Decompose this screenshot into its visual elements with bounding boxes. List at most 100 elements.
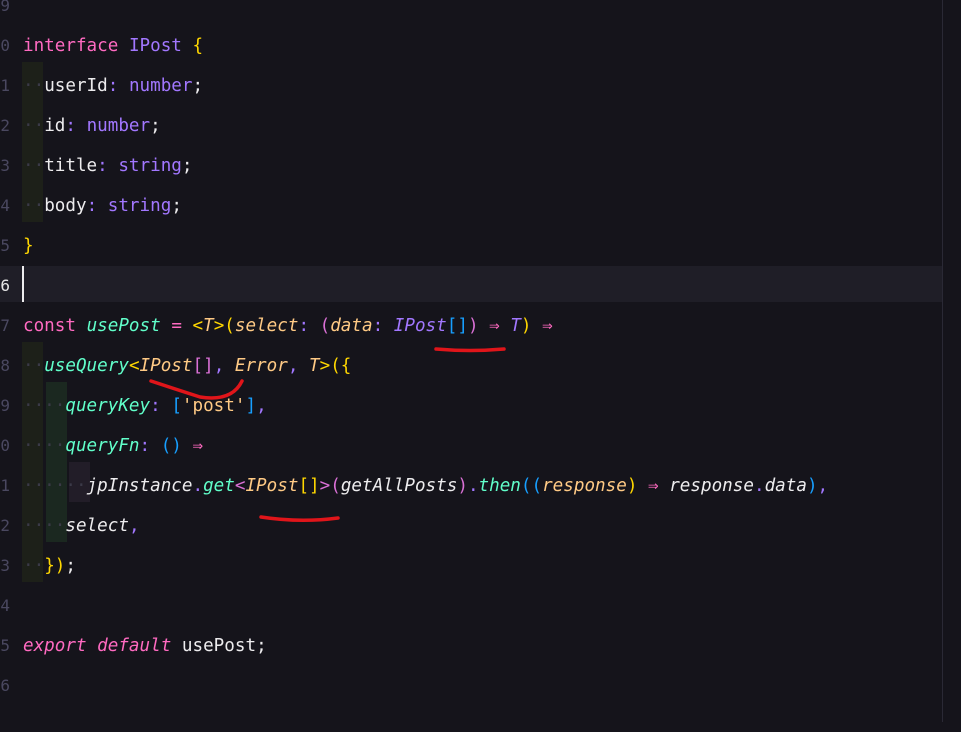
- bracket: >: [213, 316, 225, 336]
- function-call: useQuery: [44, 356, 129, 376]
- arrow-operator: ⇒: [542, 316, 553, 336]
- paren: ({: [330, 356, 352, 376]
- punctuation: :: [65, 116, 76, 136]
- red-underline-annotation: [434, 347, 506, 353]
- punctuation: ;: [171, 196, 182, 216]
- punctuation: ,: [128, 516, 140, 536]
- code-line[interactable]: interface IPost {: [23, 26, 203, 66]
- property: select: [65, 516, 129, 536]
- punctuation: .: [192, 476, 204, 496]
- code-line[interactable]: ··body: string;: [23, 186, 182, 226]
- code-line[interactable]: ······jpInstance.get<IPost[]>(getAllPost…: [23, 466, 828, 506]
- line-number: 0: [0, 436, 10, 455]
- code-editor[interactable]: 9 0 1 2 3 4 5 6 7 8 9 0 1 2 3 4 5 6 inte…: [0, 0, 961, 732]
- punctuation: ;: [150, 116, 161, 136]
- paren: ): [467, 316, 479, 336]
- property: queryFn: [65, 436, 140, 456]
- method-call: then: [478, 476, 521, 496]
- code-line[interactable]: const usePost = <T>(select: (data: IPost…: [23, 306, 553, 346]
- code-line[interactable]: ··id: number;: [23, 106, 161, 146]
- paren: ((: [520, 476, 543, 496]
- paren: ): [457, 476, 468, 496]
- paren: (: [330, 476, 341, 496]
- code-line[interactable]: ····queryKey: ['post'],: [23, 386, 267, 426]
- whitespace-marker: ····: [23, 396, 66, 416]
- punctuation: :: [298, 316, 310, 336]
- property: title: [44, 156, 98, 176]
- current-line-highlight: [0, 266, 943, 302]
- paren: (): [160, 436, 182, 456]
- code-line[interactable]: ··title: string;: [23, 146, 193, 186]
- keyword: const: [23, 316, 76, 336]
- editor-ruler: [942, 0, 943, 722]
- keyword: export: [23, 636, 87, 656]
- property: queryKey: [65, 396, 151, 416]
- line-number: 6: [0, 676, 10, 695]
- code-line[interactable]: }: [23, 226, 34, 266]
- bracket: <: [192, 316, 204, 336]
- whitespace-marker: ··: [23, 76, 45, 96]
- code-line[interactable]: export default usePost;: [23, 626, 267, 666]
- line-number: 0: [0, 36, 10, 55]
- method-call: get: [203, 476, 235, 496]
- code-line[interactable]: ····queryFn: () ⇒: [23, 426, 203, 466]
- type: IPost: [393, 316, 447, 336]
- brace: {: [192, 36, 204, 56]
- function-name: usePost: [86, 316, 161, 336]
- bracket: >: [319, 356, 331, 376]
- property: id: [44, 116, 66, 136]
- punctuation: ;: [192, 76, 204, 96]
- bracket: >: [319, 476, 331, 496]
- arrow-operator: ⇒: [489, 316, 500, 336]
- interface-name: IPost: [128, 36, 182, 56]
- punctuation: ,: [817, 476, 829, 496]
- keyword: interface: [23, 36, 119, 56]
- line-number: 3: [0, 556, 10, 575]
- bracket: [: [171, 396, 182, 416]
- punctuation: .: [467, 476, 479, 496]
- punctuation: ,: [287, 356, 299, 376]
- line-number: 5: [0, 236, 10, 255]
- code-line[interactable]: ··});: [23, 546, 76, 586]
- line-number: 9: [0, 0, 10, 15]
- punctuation: ;: [181, 156, 193, 176]
- parameter: response: [542, 476, 627, 496]
- line-number: 2: [0, 116, 10, 135]
- property: data: [764, 476, 807, 496]
- keyword: default: [97, 636, 172, 656]
- code-line[interactable]: ··userId: number;: [23, 66, 203, 106]
- whitespace-marker: ··: [23, 556, 45, 576]
- type: IPost: [245, 476, 299, 496]
- punctuation: ;: [65, 556, 76, 576]
- bracket: ]: [245, 396, 257, 416]
- paren: ): [520, 316, 532, 336]
- whitespace-marker: ······: [23, 476, 87, 496]
- line-number: 3: [0, 156, 10, 175]
- punctuation: :: [86, 196, 98, 216]
- line-number: 5: [0, 636, 10, 655]
- type: Error: [234, 356, 288, 376]
- type: string: [118, 156, 182, 176]
- identifier: usePost: [181, 636, 257, 656]
- paren: ): [626, 476, 638, 496]
- operator: =: [171, 316, 182, 336]
- line-number: 2: [0, 516, 10, 535]
- whitespace-marker: ··: [23, 156, 45, 176]
- type: number: [128, 76, 193, 96]
- type-parameter: T: [203, 316, 214, 336]
- line-number: 4: [0, 196, 10, 215]
- line-number: 4: [0, 596, 10, 615]
- bracket: []: [298, 476, 320, 496]
- arrow-operator: ⇒: [192, 436, 204, 456]
- bracket: []: [192, 356, 214, 376]
- punctuation: :: [97, 156, 108, 176]
- code-line[interactable]: ····select,: [23, 506, 140, 546]
- whitespace-marker: ····: [23, 436, 66, 456]
- punctuation: .: [753, 476, 765, 496]
- parameter: select: [234, 316, 299, 336]
- string-literal: 'post': [181, 396, 246, 416]
- code-line[interactable]: ··useQuery<IPost[], Error, T>({: [23, 346, 351, 386]
- punctuation: :: [150, 396, 161, 416]
- type: string: [107, 196, 172, 216]
- identifier: response: [669, 476, 754, 496]
